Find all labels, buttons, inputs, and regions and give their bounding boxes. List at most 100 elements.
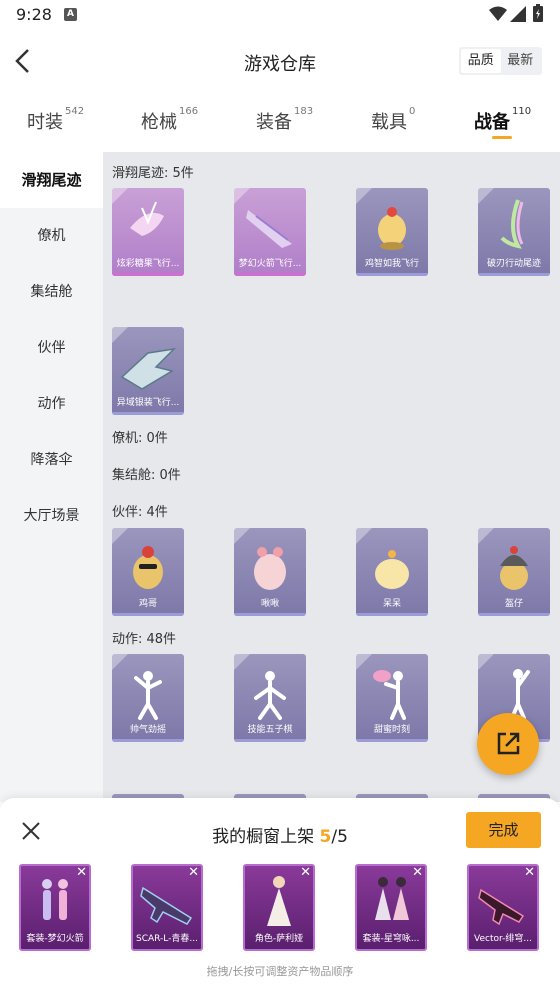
- item-card[interactable]: 鸡哥: [112, 528, 184, 616]
- tab-count: 183: [294, 106, 314, 117]
- sidebar-item-wingman[interactable]: 僚机: [0, 208, 103, 264]
- item-name: 呆呆: [382, 599, 401, 609]
- tab-vehicles[interactable]: 载具0: [371, 106, 415, 134]
- item-card[interactable]: 梦幻火箭飞行...: [234, 188, 306, 276]
- item-card[interactable]: 甜蜜时刻: [356, 654, 428, 742]
- showcase-title-text: 我的橱窗上架: [212, 827, 320, 847]
- item-card[interactable]: 鸡智如我飞行: [356, 188, 428, 276]
- item-card[interactable]: 异域银装飞行...: [112, 327, 184, 415]
- top-header: 游戏仓库 品质 最新: [0, 38, 560, 86]
- rarity-corner: [112, 528, 128, 544]
- tab-label: 战备: [474, 112, 510, 133]
- section-label-emote: 动作: 48件: [112, 632, 177, 647]
- status-bar: 9:28 A: [0, 0, 560, 30]
- rarity-bar: [112, 412, 184, 415]
- tab-fashion[interactable]: 时装542: [27, 106, 85, 134]
- tab-equipment[interactable]: 装备183: [256, 106, 314, 134]
- category-tabs: 时装542 枪械166 装备183 载具0 战备110: [0, 98, 560, 148]
- rarity-bar: [112, 273, 184, 276]
- rarity-corner: [356, 188, 372, 204]
- tab-count: 542: [65, 106, 85, 117]
- showcase-slot[interactable]: ✕ 角色-萨利娅: [243, 864, 315, 951]
- remove-icon[interactable]: ✕: [300, 866, 311, 880]
- item-card[interactable]: 破刃行动尾迹: [478, 188, 550, 276]
- remove-icon[interactable]: ✕: [412, 866, 423, 880]
- tab-guns[interactable]: 枪械166: [141, 106, 199, 134]
- sidebar-item-parachute[interactable]: 降落伞: [0, 432, 103, 488]
- section-label-wingman: 僚机: 0件: [112, 431, 168, 446]
- remove-icon[interactable]: ✕: [76, 866, 87, 880]
- showcase-slot[interactable]: ✕ Vector-绯穹...: [467, 864, 539, 951]
- rarity-corner: [478, 188, 494, 204]
- item-name: 技能五子棋: [247, 725, 293, 735]
- rarity-bar: [356, 273, 428, 276]
- done-button[interactable]: 完成: [466, 812, 541, 848]
- item-name: 鸡哥: [138, 599, 157, 609]
- showcase-slot[interactable]: ✕ 套装-星穹咏...: [355, 864, 427, 951]
- tab-count: 166: [179, 106, 199, 117]
- showcase-item-name: 套装-梦幻火箭: [26, 934, 84, 944]
- active-tab-indicator: [492, 136, 512, 139]
- reorder-hint: 拖拽/长按可调整资产物品顺序: [206, 965, 354, 978]
- sidebar-item-lobby-scene[interactable]: 大厅场景: [0, 488, 103, 544]
- warehouse-page: 9:28 A 游戏仓库 品质 最新 时装542 枪械166 装备183 载具0 …: [0, 0, 560, 997]
- item-card[interactable]: 呆呆: [356, 528, 428, 616]
- rarity-bar: [356, 613, 428, 616]
- sidebar-item-emote[interactable]: 动作: [0, 376, 103, 432]
- rarity-corner: [112, 188, 128, 204]
- item-card[interactable]: 帅气劲摇: [112, 654, 184, 742]
- tab-label: 载具: [371, 112, 407, 133]
- tab-count: 110: [512, 106, 532, 117]
- sort-toggle[interactable]: 品质 最新: [459, 47, 542, 75]
- showcase-item-name: 角色-萨利娅: [254, 934, 304, 944]
- rarity-corner: [112, 327, 128, 343]
- remove-icon[interactable]: ✕: [524, 866, 535, 880]
- rarity-corner: [234, 528, 250, 544]
- rarity-bar: [112, 613, 184, 616]
- item-card[interactable]: 炫彩糖果飞行...: [112, 188, 184, 276]
- rarity-corner: [112, 654, 128, 670]
- section-label-trail: 滑翔尾迹: 5件: [112, 166, 194, 181]
- rarity-bar: [478, 613, 550, 616]
- sidebar-item-companion[interactable]: 伙伴: [0, 320, 103, 376]
- showcase-total-count: /5: [331, 827, 348, 847]
- share-icon: [497, 732, 520, 755]
- rarity-corner: [234, 188, 250, 204]
- item-name: 炫彩糖果飞行...: [116, 259, 180, 269]
- showcase-slot[interactable]: ✕ SCAR-L-青春...: [131, 864, 203, 951]
- rarity-bar: [112, 739, 184, 742]
- item-card[interactable]: 啾啾: [234, 528, 306, 616]
- notification-icon: A: [64, 8, 77, 21]
- rarity-corner: [478, 528, 494, 544]
- item-name: 异域银装飞行...: [116, 398, 180, 408]
- rarity-bar: [478, 273, 550, 276]
- item-name: 甜蜜时刻: [373, 725, 410, 735]
- sort-option-newest[interactable]: 最新: [501, 49, 541, 73]
- item-name: 盔仔: [504, 599, 523, 609]
- showcase-current-count: 5: [319, 827, 332, 847]
- section-label-companion: 伙伴: 4件: [112, 505, 168, 520]
- tab-label: 枪械: [141, 112, 177, 133]
- sort-option-quality[interactable]: 品质: [461, 49, 501, 73]
- subcategory-sidebar: 滑翔尾迹 僚机 集结舱 伙伴 动作 降落伞 大厅场景: [0, 152, 103, 802]
- item-name: 啾啾: [260, 599, 279, 609]
- rarity-corner: [478, 654, 494, 670]
- section-label-pod: 集结舱: 0件: [112, 468, 181, 483]
- showcase-slot[interactable]: ✕ 套装-梦幻火箭: [19, 864, 91, 951]
- remove-icon[interactable]: ✕: [188, 866, 199, 880]
- share-fab-button[interactable]: [477, 713, 539, 775]
- showcase-sheet: 我的橱窗上架 5/5 完成 ✕ 套装-梦幻火箭 ✕ SCAR-L-青春... ✕…: [0, 798, 560, 997]
- item-name: 梦幻火箭飞行...: [238, 259, 302, 269]
- sidebar-item-pod[interactable]: 集结舱: [0, 264, 103, 320]
- tab-battle-gear[interactable]: 战备110: [474, 106, 532, 134]
- rarity-bar: [234, 613, 306, 616]
- status-time: 9:28: [16, 5, 52, 24]
- item-grid: 滑翔尾迹: 5件 炫彩糖果飞行... 梦幻火箭飞行... 鸡智如我飞行 破刃行动…: [103, 152, 560, 802]
- item-name: 鸡智如我飞行: [364, 259, 419, 269]
- item-card[interactable]: 盔仔: [478, 528, 550, 616]
- signal-icon: [510, 6, 526, 22]
- sidebar-item-glide-trail[interactable]: 滑翔尾迹: [0, 152, 103, 208]
- rarity-corner: [356, 654, 372, 670]
- item-card[interactable]: 技能五子棋: [234, 654, 306, 742]
- tab-label: 装备: [256, 112, 292, 133]
